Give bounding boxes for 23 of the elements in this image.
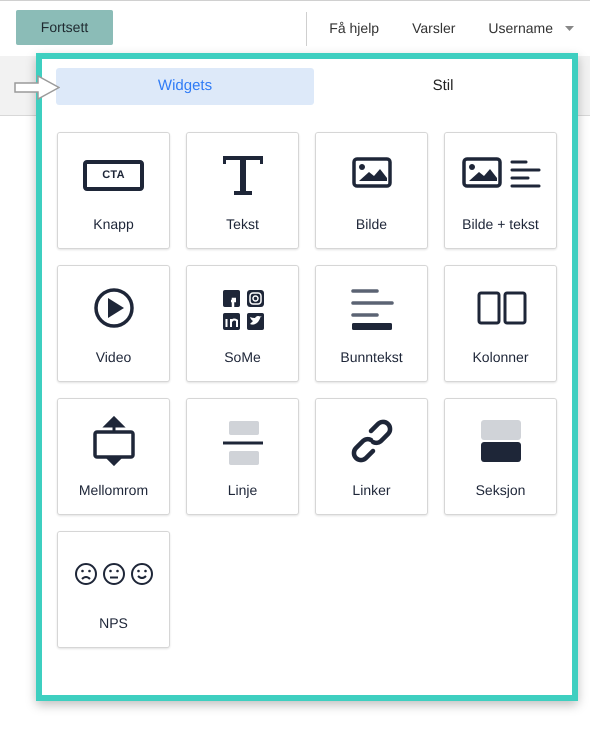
widget-card[interactable]: Linker <box>315 398 428 515</box>
widget-card[interactable]: Bilde <box>315 132 428 249</box>
header-link[interactable]: Få hjelp <box>329 18 380 39</box>
linkedin-icon <box>222 313 240 330</box>
widget-card[interactable]: CTA Knapp <box>57 132 170 249</box>
widget-card[interactable]: Seksjon <box>444 398 557 515</box>
caret-icon <box>565 26 574 31</box>
widget-card[interactable]: Tekst <box>186 132 299 249</box>
continue-button[interactable]: Fortsett <box>16 10 113 45</box>
header-link[interactable]: Varsler <box>412 18 456 39</box>
widget-card[interactable]: Mellomrom <box>57 398 170 515</box>
widget-card[interactable]: Linje <box>186 398 299 515</box>
instagram-icon <box>246 290 264 307</box>
widget-card[interactable]: Video <box>57 265 170 382</box>
cta-button-icon: CTA <box>83 160 144 190</box>
user-menu[interactable]: Username <box>488 18 574 39</box>
tab[interactable]: Stil <box>314 68 572 105</box>
widget-card[interactable]: Bilde + tekst <box>444 132 557 249</box>
widget-card[interactable]: SoMe <box>186 265 299 382</box>
widget-card[interactable]: Kolonner <box>444 265 557 382</box>
widget-card[interactable]: NPS <box>57 531 170 648</box>
widget-card[interactable]: Bunntekst <box>315 265 428 382</box>
twitter-icon <box>246 313 264 330</box>
